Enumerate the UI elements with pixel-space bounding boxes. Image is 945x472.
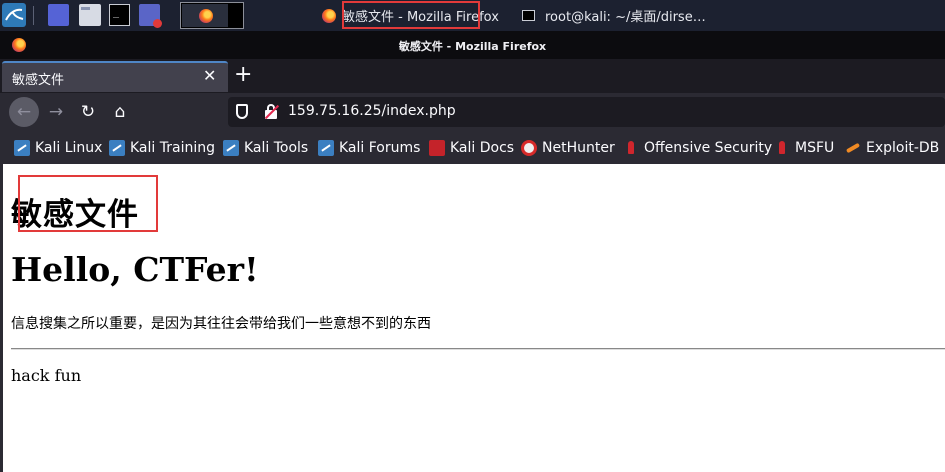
- bookmark-offensive-security[interactable]: Offensive Security: [623, 131, 772, 164]
- bookmark-label: NetHunter: [542, 139, 615, 156]
- bookmarks-toolbar: Kali Linux Kali Training Kali Tools Kali…: [0, 131, 945, 164]
- page-content: 敏感文件 Hello, CTFer! 信息搜集之所以重要，是因为其往往会带给我们…: [0, 164, 945, 472]
- screen-recorder-icon[interactable]: [139, 4, 162, 28]
- terminal-icon: [522, 10, 535, 21]
- insecure-connection-lock-icon[interactable]: [264, 104, 280, 120]
- footer-text: hack fun: [11, 366, 82, 385]
- firefox-task-thumbnail[interactable]: [180, 2, 244, 29]
- kali-docs-icon: [429, 139, 445, 156]
- window-titlebar: 敏感文件 - Mozilla Firefox: [0, 31, 945, 59]
- thumbnail-preview: [182, 4, 228, 27]
- offsec-icon: [623, 140, 639, 156]
- bookmark-kali-linux[interactable]: Kali Linux: [14, 131, 102, 164]
- bookmark-label: Exploit-DB: [866, 139, 940, 156]
- taskbar-separator: [33, 6, 34, 25]
- workspace-switcher-icon[interactable]: [48, 4, 69, 26]
- bookmark-label: Kali Forums: [339, 139, 421, 156]
- file-manager-icon[interactable]: [79, 4, 101, 26]
- info-paragraph: 信息搜集之所以重要，是因为其往往会带给我们一些意想不到的东西: [11, 316, 431, 332]
- kali-dragon-icon: [318, 139, 334, 156]
- bookmark-label: Offensive Security: [644, 139, 773, 156]
- back-button[interactable]: ←: [9, 97, 39, 127]
- kali-dragon-icon: [109, 139, 125, 156]
- annotation-highlight-box: [342, 1, 480, 29]
- kali-menu-icon[interactable]: [2, 3, 26, 27]
- bookmark-kali-tools[interactable]: Kali Tools: [223, 131, 308, 164]
- taskbar-terminal-title: root@kali: ~/桌面/dirse…: [545, 10, 706, 25]
- bookmark-kali-forums[interactable]: Kali Forums: [318, 131, 420, 164]
- bookmark-kali-training[interactable]: Kali Training: [109, 131, 215, 164]
- firefox-icon: [199, 9, 213, 23]
- system-taskbar: _ 敏感文件 - Mozilla Firefox root@kali: ~/桌面…: [0, 0, 945, 31]
- offsec-icon: [774, 140, 790, 156]
- url-bar[interactable]: 159.75.16.25/index.php: [228, 97, 945, 127]
- close-tab-icon[interactable]: ✕: [203, 67, 216, 85]
- terminal-glyph: _: [113, 7, 120, 18]
- url-text[interactable]: 159.75.16.25/index.php: [288, 103, 456, 119]
- bookmark-label: Kali Tools: [244, 139, 309, 156]
- bookmark-nethunter[interactable]: NetHunter: [521, 131, 615, 164]
- nethunter-icon: [521, 139, 537, 156]
- forward-button[interactable]: →: [41, 97, 71, 127]
- window-left-edge: [0, 164, 3, 472]
- bookmark-msfu[interactable]: MSFU: [774, 131, 834, 164]
- taskbar-terminal-window[interactable]: root@kali: ~/桌面/dirse…: [522, 0, 722, 31]
- reload-button[interactable]: ↻: [73, 97, 103, 127]
- tab-title: 敏感文件: [12, 73, 65, 88]
- new-tab-button[interactable]: +: [234, 63, 252, 87]
- home-button[interactable]: ⌂: [105, 97, 135, 127]
- bookmark-kali-docs[interactable]: Kali Docs: [429, 131, 514, 164]
- horizontal-rule: [11, 348, 945, 350]
- kali-dragon-icon: [14, 139, 30, 156]
- bookmark-exploit-db[interactable]: Exploit-DB: [845, 131, 939, 164]
- page-heading-en: Hello, CTFer!: [11, 250, 259, 289]
- window-title: 敏感文件 - Mozilla Firefox: [398, 40, 547, 53]
- kali-dragon-icon: [223, 139, 239, 156]
- exploit-db-icon: [845, 140, 861, 156]
- bookmark-label: Kali Docs: [450, 139, 515, 156]
- tracking-protection-shield-icon[interactable]: [236, 104, 248, 119]
- firefox-icon: [322, 8, 336, 23]
- navigation-toolbar: ← → ↻ ⌂ 159.75.16.25/index.php: [0, 93, 945, 131]
- bookmark-label: Kali Linux: [35, 139, 103, 156]
- tab-strip: 敏感文件 ✕ +: [0, 59, 945, 93]
- tab-active[interactable]: 敏感文件 ✕: [2, 61, 228, 92]
- terminal-launcher-icon[interactable]: _: [109, 4, 130, 26]
- bookmark-label: MSFU: [795, 139, 835, 156]
- annotation-highlight-box: [18, 175, 158, 232]
- bookmark-label: Kali Training: [130, 139, 215, 156]
